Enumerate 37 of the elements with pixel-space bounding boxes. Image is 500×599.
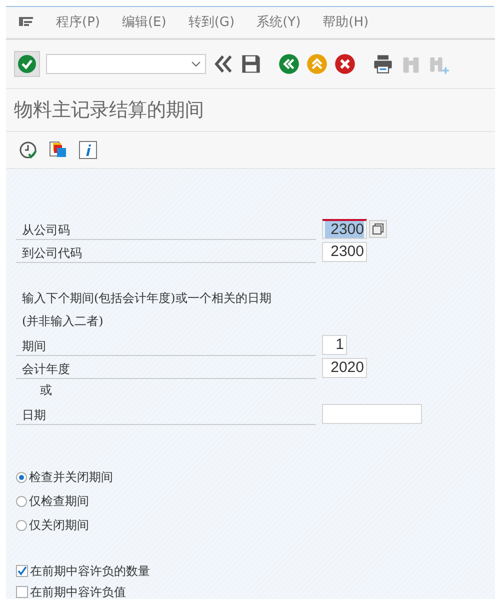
checkbox-option[interactable]: 在前期中容许负的数量 [16,563,495,579]
radio-option[interactable]: 仅检查期间 [16,493,495,509]
checkbox-option[interactable]: 在前期中容许负值 [16,584,495,599]
screen-title: 物料主记录结算的期间 [6,89,495,132]
radio-option[interactable]: 仅关闭期间 [16,517,495,533]
variants-icon[interactable] [48,140,68,160]
info-icon[interactable] [78,140,98,160]
field-label: 会计年度 [16,356,316,378]
dropdown-caret-icon[interactable] [191,60,201,67]
menu-item[interactable]: 系统(Y) [256,13,301,32]
field-label: 日期 [16,402,316,424]
field-label: 期间 [16,334,316,356]
input-field[interactable]: 2020 [322,358,367,378]
instruction-text: (并非输入二者) [21,313,104,330]
or-label: 或 [39,382,53,399]
checkmark-icon [17,566,27,576]
input-field[interactable] [322,404,422,424]
menu-item[interactable]: 转到(G) [188,13,235,32]
menu-item[interactable]: 帮助(H) [322,13,369,32]
command-field[interactable] [46,54,206,74]
menu-item[interactable]: 编辑(E) [122,13,166,32]
input-field[interactable]: 2300 [322,242,367,262]
field-label: 到公司代码 [16,240,316,262]
print-icon[interactable] [372,52,394,75]
cancel-icon[interactable] [334,52,356,75]
save-icon[interactable] [240,52,262,75]
enter-button[interactable] [14,50,40,77]
instruction-text: 输入下个期间(包括会计年度)或一个相关的日期 [21,290,272,307]
back-icon[interactable] [278,52,300,75]
input-field[interactable]: 1 [322,334,347,354]
multiple-selection-button[interactable] [369,220,387,238]
double-chevron-icon[interactable] [212,52,234,75]
input-field[interactable]: 2300 [322,218,367,238]
menu-item[interactable]: 程序(P) [56,13,100,32]
radio-option[interactable]: 检查并关闭期间 [16,469,495,485]
field-label: 从公司码 [16,218,316,240]
execute-icon[interactable] [18,140,38,160]
